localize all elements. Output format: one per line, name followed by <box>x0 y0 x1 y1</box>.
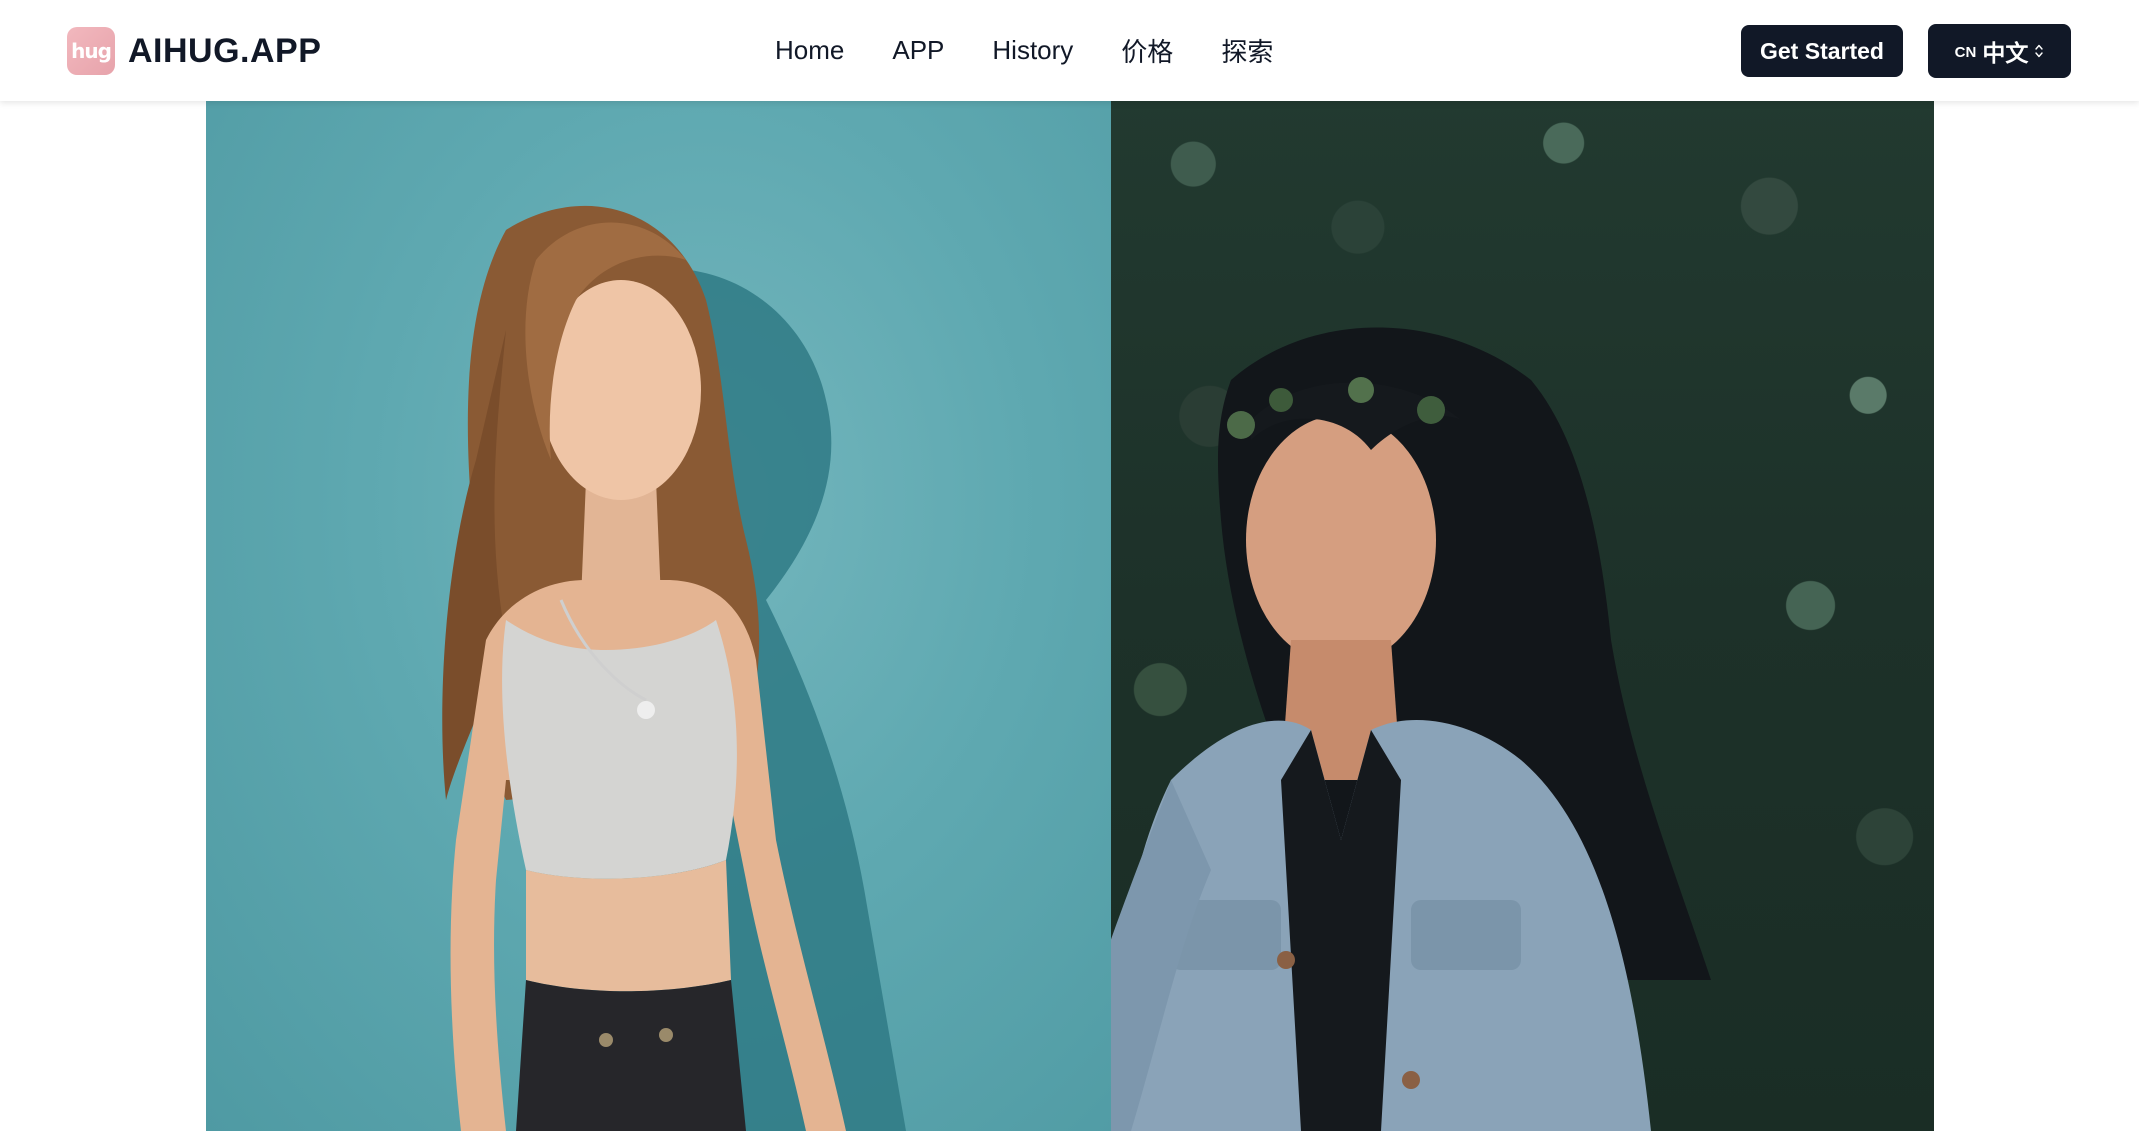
language-selector[interactable]: CN 中文 <box>1928 24 2071 78</box>
nav-explore[interactable]: 探索 <box>1221 32 1273 69</box>
main-nav: Home APP History 价格 探索 <box>775 30 1273 70</box>
nav-pricing[interactable]: 价格 <box>1121 32 1173 69</box>
language-label: 中文 <box>1982 40 2029 66</box>
language-code: CN <box>1954 44 1977 61</box>
logo-text: hug <box>71 39 112 63</box>
scene-left-teal-wall <box>206 80 1111 1131</box>
chevron-up-down-icon <box>2034 41 2044 61</box>
hug-logo-icon: hug <box>67 27 115 75</box>
brand-home-link[interactable]: hug AIHUG.APP <box>67 26 321 76</box>
brand-name: AIHUG.APP <box>128 31 322 70</box>
woman-right-figure <box>1111 327 1711 1131</box>
nav-home[interactable]: Home <box>775 35 844 66</box>
page: hug AIHUG.APP Home APP History 价格 探索 Get… <box>0 0 2139 1131</box>
woman-left-figure <box>442 205 906 1131</box>
scene-right-ivy-wall <box>1111 80 1934 1131</box>
hero-video[interactable] <box>206 80 1934 1131</box>
top-navbar: hug AIHUG.APP Home APP History 价格 探索 Get… <box>0 0 2139 101</box>
nav-app[interactable]: APP <box>892 35 944 66</box>
nav-history[interactable]: History <box>992 35 1073 66</box>
get-started-button[interactable]: Get Started <box>1741 25 1903 77</box>
